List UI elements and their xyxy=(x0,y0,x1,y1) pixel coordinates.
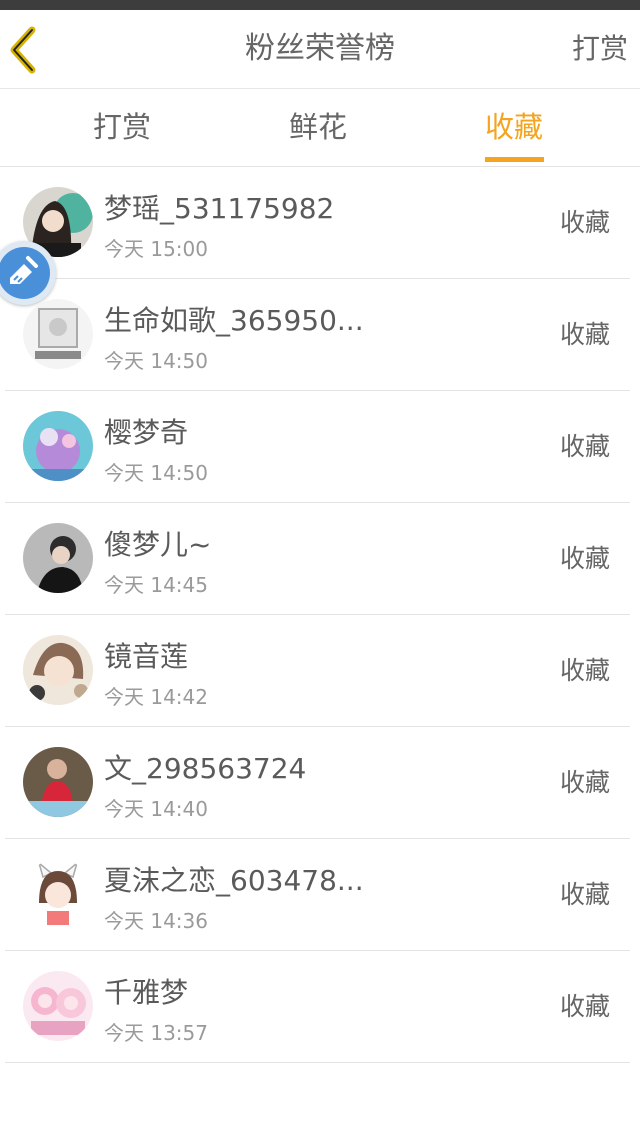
avatar xyxy=(23,747,93,817)
avatar xyxy=(23,635,93,705)
fan-name: 千雅梦 xyxy=(104,976,189,1009)
favorite-label: 收藏 xyxy=(559,768,610,797)
list-item[interactable]: 樱梦奇 今天 14:50 收藏 xyxy=(0,391,640,503)
timestamp: 今天 14:50 xyxy=(104,461,208,485)
timestamp: 今天 14:40 xyxy=(104,797,208,821)
favorite-label: 收藏 xyxy=(559,432,610,461)
broom-icon xyxy=(10,256,38,284)
favorite-label: 收藏 xyxy=(559,208,610,237)
divider xyxy=(5,1062,630,1063)
timestamp: 今天 15:00 xyxy=(104,237,208,261)
fan-name: 梦瑶_531175982 xyxy=(104,192,335,225)
fan-name: 文_298563724 xyxy=(104,752,307,785)
tab-tips[interactable]: 打赏 xyxy=(62,89,182,166)
list-item[interactable]: 镜音莲 今天 14:42 收藏 xyxy=(0,615,640,727)
tip-button[interactable]: 打赏 xyxy=(572,10,628,88)
list-item[interactable]: 夏沫之恋_603478... 今天 14:36 收藏 xyxy=(0,839,640,951)
fan-name: 生命如歌_365950... xyxy=(104,304,364,337)
fan-name: 镜音莲 xyxy=(104,640,189,673)
fan-list: 梦瑶_531175982 今天 15:00 收藏 生命如歌_365950... … xyxy=(0,167,640,1063)
favorite-label: 收藏 xyxy=(559,544,610,573)
tab-flowers[interactable]: 鲜花 xyxy=(258,89,378,166)
list-item[interactable]: 千雅梦 今天 13:57 收藏 xyxy=(0,951,640,1063)
list-item[interactable]: 文_298563724 今天 14:40 收藏 xyxy=(0,727,640,839)
timestamp: 今天 14:50 xyxy=(104,349,208,373)
fan-name: 夏沫之恋_603478... xyxy=(104,864,364,897)
page-title: 粉丝荣誉榜 xyxy=(245,31,395,66)
tab-favorites[interactable]: 收藏 xyxy=(454,89,574,166)
avatar xyxy=(23,971,93,1041)
favorite-label: 收藏 xyxy=(559,320,610,349)
fan-name: 傻梦儿~ xyxy=(104,528,212,561)
timestamp: 今天 14:45 xyxy=(104,573,208,597)
avatar xyxy=(23,411,93,481)
avatar xyxy=(23,859,93,929)
list-item[interactable]: 傻梦儿~ 今天 14:45 收藏 xyxy=(0,503,640,615)
favorite-label: 收藏 xyxy=(559,880,610,909)
list-item[interactable]: 梦瑶_531175982 今天 15:00 收藏 xyxy=(0,167,640,279)
status-bar xyxy=(0,0,640,10)
tab-bar: 打赏 鲜花 收藏 xyxy=(0,89,640,167)
app-header: 粉丝荣誉榜 打赏 xyxy=(0,10,640,89)
list-item[interactable]: 生命如歌_365950... 今天 14:50 收藏 xyxy=(0,279,640,391)
favorite-label: 收藏 xyxy=(559,992,610,1021)
avatar xyxy=(23,299,93,369)
timestamp: 今天 14:42 xyxy=(104,685,208,709)
timestamp: 今天 13:57 xyxy=(104,1021,208,1045)
avatar xyxy=(23,523,93,593)
favorite-label: 收藏 xyxy=(559,656,610,685)
timestamp: 今天 14:36 xyxy=(104,909,208,933)
fan-name: 樱梦奇 xyxy=(104,416,189,449)
active-tab-indicator xyxy=(485,157,544,162)
